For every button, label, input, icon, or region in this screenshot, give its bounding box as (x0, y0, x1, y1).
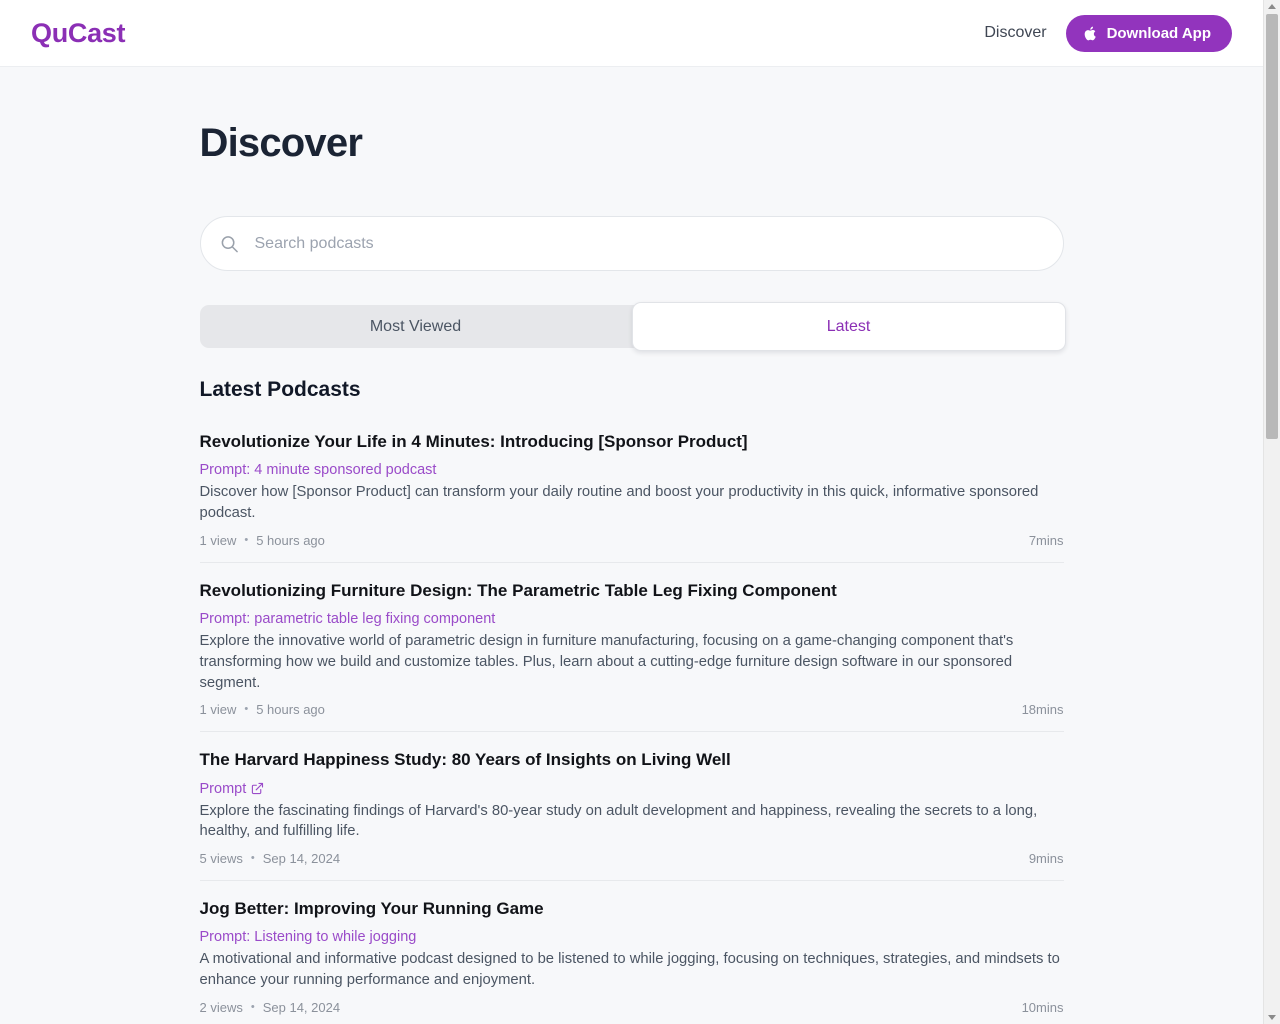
podcast-date: Sep 14, 2024 (262, 851, 341, 867)
podcast-list-item[interactable]: Revolutionizing Furniture Design: The Pa… (199, 580, 1064, 733)
meta-separator-dot: • (244, 533, 249, 546)
podcast-title[interactable]: Revolutionizing Furniture Design: The Pa… (200, 580, 1064, 602)
podcast-date: 5 hours ago (256, 532, 325, 548)
podcast-title[interactable]: Jog Better: Improving Your Running Game (200, 898, 1064, 920)
podcast-views: 1 view (199, 532, 237, 548)
podcast-prompt[interactable]: Prompt (200, 781, 265, 797)
podcast-meta: 1 view • 5 hours ago 7mins (200, 533, 1064, 548)
app-logo[interactable]: QuCast (31, 18, 126, 49)
apple-icon (1084, 25, 1098, 42)
vertical-scrollbar[interactable] (1263, 0, 1280, 1024)
view-mode-tabs: Most Viewed Latest (199, 302, 1066, 351)
podcast-meta-left: 2 views • Sep 14, 2024 (200, 1000, 341, 1015)
search-bar (199, 216, 1064, 271)
podcast-meta-left: 1 view • 5 hours ago (200, 702, 325, 717)
podcast-prompt[interactable]: Prompt: Listening to while jogging (200, 929, 417, 945)
podcast-meta: 5 views • Sep 14, 2024 9mins (200, 851, 1064, 866)
app-header: QuCast Discover Download App (0, 0, 1263, 67)
podcast-list-item[interactable]: Revolutionize Your Life in 4 Minutes: In… (199, 431, 1064, 563)
page-title: Discover (199, 121, 363, 165)
podcast-prompt-label: Prompt: Listening to while jogging (199, 929, 417, 946)
podcast-description: Explore the fascinating findings of Harv… (199, 802, 1038, 840)
podcast-list-item[interactable]: Jog Better: Improving Your Running Game … (200, 898, 1064, 1024)
section-title: Latest Podcasts (199, 378, 361, 401)
meta-separator-dot: • (250, 852, 255, 865)
podcast-prompt-label: Prompt: parametric table leg fixing comp… (199, 610, 496, 627)
scrollbar-thumb[interactable] (1266, 14, 1278, 439)
podcast-views: 5 views (199, 851, 243, 867)
main-content: Discover Most Viewed Latest Latest Podca… (199, 67, 1066, 1024)
podcast-meta: 2 views • Sep 14, 2024 10mins (200, 1000, 1064, 1015)
scroll-down-arrow-icon[interactable] (1264, 1011, 1280, 1024)
podcast-description: Discover how [Sponsor Product] can trans… (199, 484, 1039, 521)
podcast-prompt-label: Prompt: 4 minute sponsored podcast (199, 462, 437, 479)
podcast-date: 5 hours ago (256, 702, 325, 718)
meta-separator-dot: • (244, 703, 249, 716)
search-input[interactable] (199, 216, 1064, 271)
tab-most-viewed[interactable]: Most Viewed (200, 305, 632, 348)
download-app-button[interactable]: Download App (1065, 14, 1232, 52)
podcast-prompt[interactable]: Prompt: parametric table leg fixing comp… (200, 611, 496, 627)
header-actions: Discover Download App (982, 14, 1232, 52)
podcast-meta-left: 1 view • 5 hours ago (200, 533, 325, 548)
podcast-duration: 7mins (1028, 532, 1064, 548)
podcast-meta-left: 5 views • Sep 14, 2024 (200, 851, 341, 866)
tab-latest[interactable]: Latest (631, 302, 1066, 351)
podcast-title[interactable]: Revolutionize Your Life in 4 Minutes: In… (200, 431, 1064, 453)
podcast-list: Revolutionize Your Life in 4 Minutes: In… (199, 431, 1064, 1024)
page-viewport: QuCast Discover Download App Discover Se… (0, 0, 1263, 1024)
download-app-label: Download App (1106, 24, 1211, 42)
scroll-up-arrow-icon[interactable] (1264, 0, 1280, 13)
podcast-meta: 1 view • 5 hours ago 18mins (200, 702, 1064, 717)
nav-link-discover[interactable]: Discover (982, 20, 1048, 46)
podcast-duration: 10mins (1021, 1000, 1064, 1016)
podcast-views: 1 view (199, 702, 237, 718)
podcast-prompt[interactable]: Prompt: 4 minute sponsored podcast (200, 462, 437, 478)
podcast-description: A motivational and informative podcast d… (199, 951, 1060, 989)
podcast-views: 2 views (199, 1000, 243, 1016)
podcast-date: Sep 14, 2024 (262, 1000, 341, 1016)
podcast-description: Explore the innovative world of parametr… (199, 632, 1014, 691)
meta-separator-dot: • (250, 1001, 255, 1014)
podcast-duration: 18mins (1021, 702, 1064, 718)
podcast-duration: 9mins (1028, 851, 1064, 867)
podcast-title[interactable]: The Harvard Happiness Study: 80 Years of… (200, 749, 1064, 771)
podcast-list-item[interactable]: The Harvard Happiness Study: 80 Years of… (199, 749, 1064, 882)
external-link-icon[interactable] (251, 782, 264, 795)
podcast-prompt-label: Prompt (199, 780, 247, 797)
